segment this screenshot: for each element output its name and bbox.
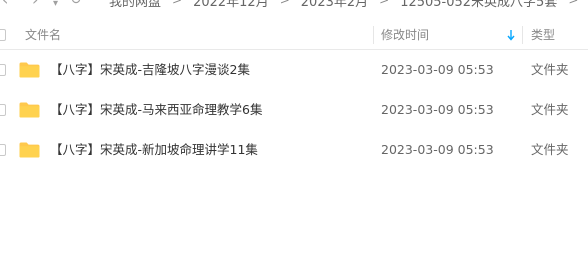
file-name[interactable]: 【八字】宋英成-吉隆坡八字漫谈2集 — [50, 50, 250, 90]
column-header-mtime[interactable]: 修改时间 — [381, 21, 429, 49]
folder-icon — [19, 102, 40, 118]
breadcrumb-item-current[interactable]: 12505-052宋英成八字5套 — [400, 0, 557, 10]
file-list-header: 文件名 修改时间 类型 — [0, 21, 588, 50]
file-type: 文件夹 — [531, 142, 569, 157]
breadcrumb-item-2022-12[interactable]: 2022年12月 — [193, 0, 269, 10]
sort-descending-icon[interactable] — [506, 28, 516, 42]
breadcrumb: 我的网盘 > 2022年12月 > 2023年2月 > 12505-052宋英成… — [109, 0, 588, 10]
column-divider[interactable] — [373, 26, 374, 44]
file-mtime: 2023-03-09 05:53 — [381, 142, 494, 157]
folder-icon — [19, 142, 40, 158]
row-checkbox[interactable] — [0, 64, 6, 76]
breadcrumb-item-root[interactable]: 我的网盘 — [109, 0, 161, 10]
breadcrumb-separator-icon: > — [379, 0, 390, 7]
column-divider[interactable] — [522, 26, 523, 44]
column-header-type[interactable]: 类型 — [531, 21, 555, 49]
file-mtime: 2023-03-09 05:53 — [381, 102, 494, 117]
file-name[interactable]: 【八字】宋英成-马来西亚命理教学6集 — [50, 90, 262, 130]
row-checkbox[interactable] — [0, 144, 6, 156]
back-arrow-icon[interactable]: ‹ — [2, 0, 8, 8]
file-mtime: 2023-03-09 05:53 — [381, 62, 494, 77]
file-type: 文件夹 — [531, 62, 569, 77]
file-type: 文件夹 — [531, 102, 569, 117]
file-name[interactable]: 【八字】宋英成-新加坡命理讲学11集 — [50, 130, 258, 170]
column-header-name[interactable]: 文件名 — [25, 21, 61, 49]
breadcrumb-separator-icon: > — [172, 0, 183, 7]
file-row[interactable]: 【八字】宋英成-马来西亚命理教学6集 2023-03-09 05:53 文件夹 — [0, 90, 588, 130]
row-checkbox[interactable] — [0, 104, 6, 116]
file-row[interactable]: 【八字】宋英成-吉隆坡八字漫谈2集 2023-03-09 05:53 文件夹 — [0, 50, 588, 90]
dropdown-icon[interactable]: ▾ — [53, 0, 58, 12]
breadcrumb-separator-icon: > — [279, 0, 290, 7]
folder-icon — [19, 62, 40, 78]
file-row[interactable]: 【八字】宋英成-新加坡命理讲学11集 2023-03-09 05:53 文件夹 — [0, 130, 588, 170]
select-all-checkbox[interactable] — [0, 29, 6, 41]
breadcrumb-separator-icon: > — [568, 0, 579, 7]
refresh-icon[interactable]: ↻ — [70, 0, 82, 8]
breadcrumb-item-2023-2[interactable]: 2023年2月 — [301, 0, 368, 10]
navigation-bar: ‹ › ▾ ↻ 我的网盘 > 2022年12月 > 2023年2月 > 1250… — [0, 0, 588, 14]
forward-arrow-icon[interactable]: › — [32, 0, 38, 8]
